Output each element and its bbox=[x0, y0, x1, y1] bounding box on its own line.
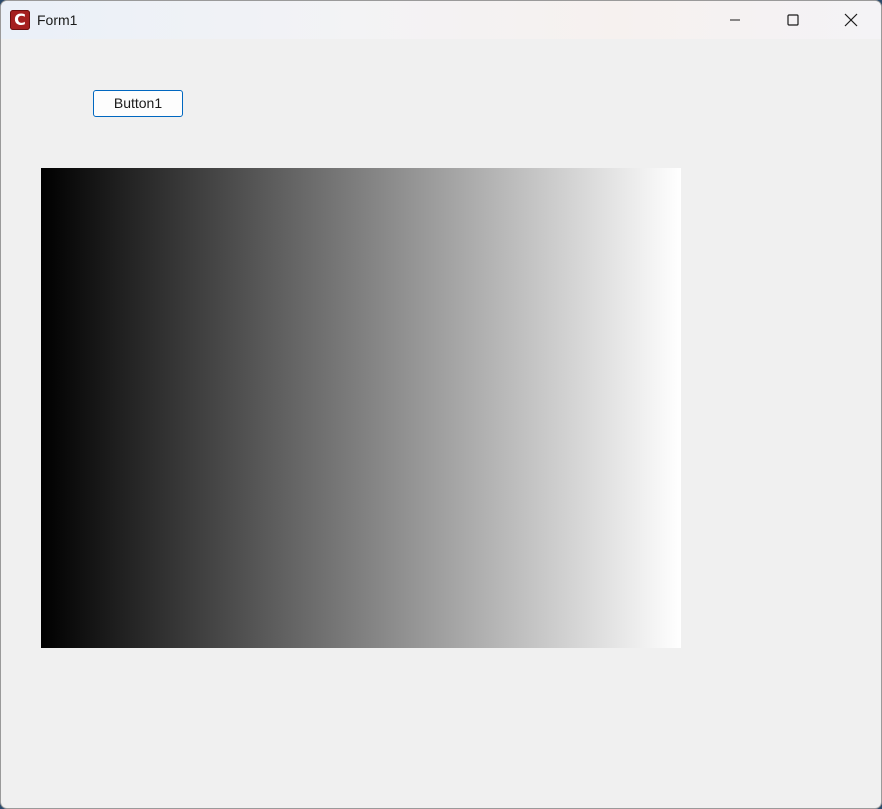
close-icon bbox=[844, 13, 858, 27]
close-button[interactable] bbox=[822, 1, 880, 39]
window-title: Form1 bbox=[37, 12, 78, 28]
gradient-picture-box bbox=[41, 168, 681, 648]
title-bar[interactable]: C Form1 bbox=[1, 1, 881, 39]
button1[interactable]: Button1 bbox=[93, 90, 183, 117]
app-window: C Form1 Button1 bbox=[0, 0, 882, 809]
app-icon-glyph: C bbox=[14, 10, 26, 29]
minimize-icon bbox=[730, 19, 740, 21]
minimize-button[interactable] bbox=[706, 1, 764, 39]
maximize-button[interactable] bbox=[764, 1, 822, 39]
app-icon[interactable]: C bbox=[10, 10, 30, 30]
maximize-icon bbox=[787, 14, 799, 26]
